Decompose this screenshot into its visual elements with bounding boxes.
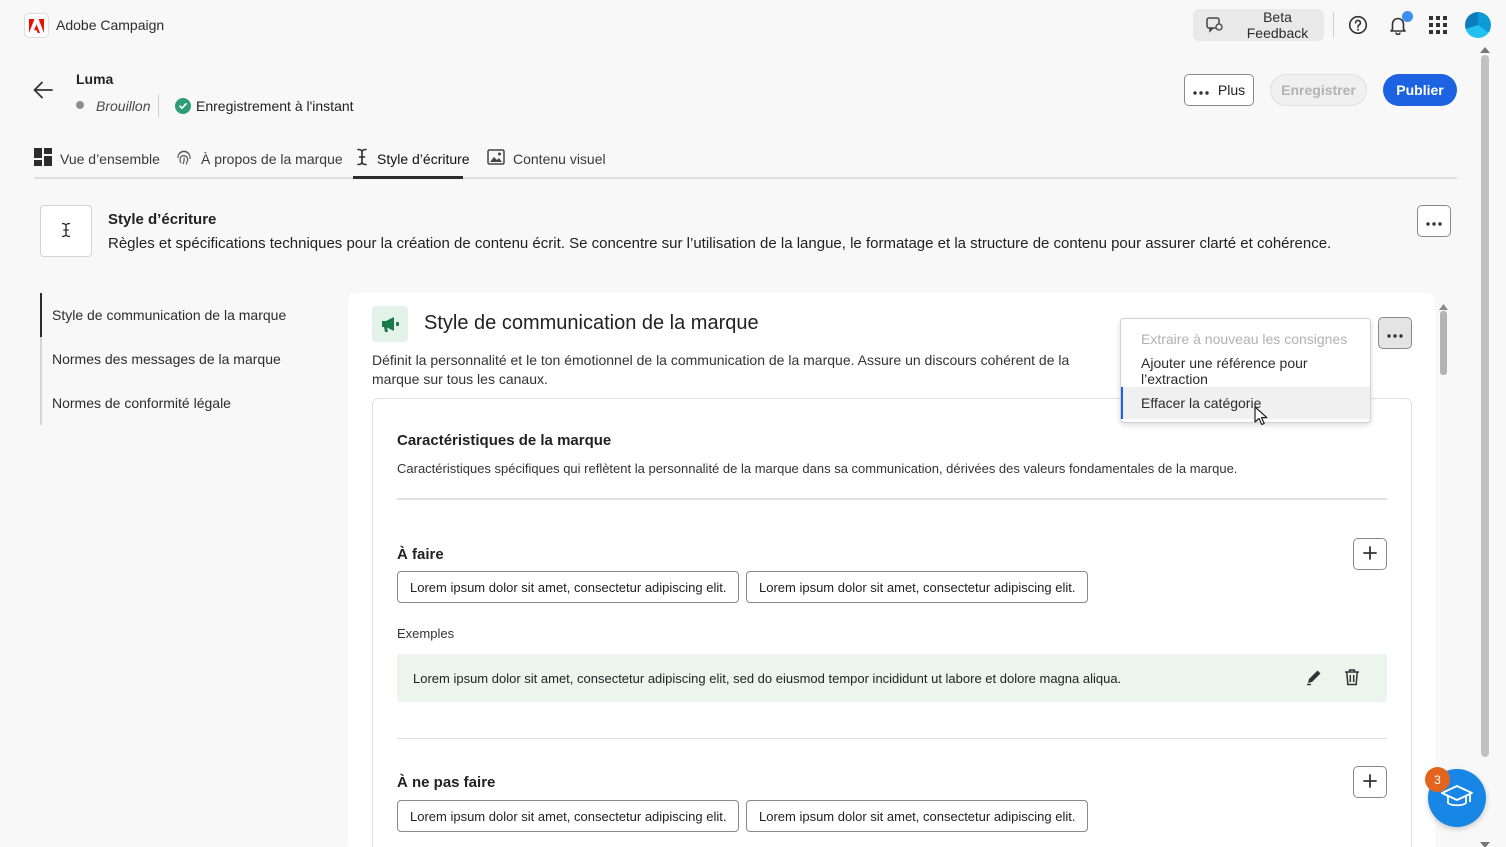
image-icon (487, 149, 505, 168)
fingerprint-icon (175, 148, 193, 169)
tab-visual-content[interactable]: Contenu visuel (487, 138, 606, 179)
dont-tag[interactable]: Lorem ipsum dolor sit amet, consectetur … (746, 800, 1089, 832)
more-dots-icon (1193, 82, 1209, 98)
more-button[interactable]: Plus (1184, 74, 1254, 106)
nav-active-indicator (40, 293, 42, 337)
section-more-button[interactable] (1417, 205, 1451, 237)
do-title: À faire (397, 546, 444, 563)
tab-writing-style[interactable]: Style d’écriture (355, 138, 470, 179)
dashboard-icon (34, 148, 52, 169)
tab-label: À propos de la marque (201, 150, 343, 167)
more-dots-icon (1426, 214, 1442, 229)
more-label: Plus (1217, 82, 1246, 98)
checkmark-circle-icon (175, 98, 191, 114)
characteristics-description: Caractéristiques spécifiques qui reflète… (397, 461, 1238, 476)
page-scroll-down-arrow-icon[interactable] (1480, 835, 1490, 847)
dont-tag[interactable]: Lorem ipsum dolor sit amet, consectetur … (397, 800, 740, 832)
do-tag[interactable]: Lorem ipsum dolor sit amet, consectetur … (746, 571, 1089, 603)
learn-badge-count: 3 (1425, 767, 1450, 792)
megaphone-icon (372, 306, 408, 342)
dont-title: À ne pas faire (397, 774, 496, 791)
section-icon-box (40, 205, 92, 257)
adobe-logo-icon[interactable] (24, 13, 49, 38)
plus-icon (1363, 773, 1377, 791)
page-scroll-up-arrow-icon[interactable] (1480, 40, 1490, 56)
app-switcher-icon[interactable] (1426, 13, 1450, 37)
tab-about-brand[interactable]: À propos de la marque (175, 138, 343, 179)
category-title: Style de communication de la marque (424, 312, 759, 334)
publish-button[interactable]: Publier (1383, 74, 1457, 106)
delete-trash-icon[interactable] (1343, 668, 1361, 689)
nav-item-legal-compliance[interactable]: Normes de conformité légale (52, 395, 231, 411)
nav-item-message-standards[interactable]: Normes des messages de la marque (52, 351, 281, 367)
tab-label: Contenu visuel (513, 150, 606, 167)
active-tab-indicator (353, 176, 463, 179)
help-icon[interactable] (1346, 13, 1370, 37)
tab-bar: Vue d’ensemble À propos de la marque Sty… (34, 138, 1457, 179)
do-tag[interactable]: Lorem ipsum dolor sit amet, consectetur … (397, 571, 740, 603)
add-dont-button[interactable] (1353, 766, 1387, 798)
plus-icon (1363, 545, 1377, 563)
beta-feedback-button[interactable]: Beta Feedback (1193, 9, 1324, 41)
examples-label: Exemples (397, 626, 455, 641)
topbar-divider (1333, 12, 1334, 38)
section-title: Style d’écriture (108, 211, 217, 228)
status-label: Brouillon (96, 98, 151, 114)
app-name: Adobe Campaign (56, 17, 165, 33)
menu-item-add-reference[interactable]: Ajouter une référence pour l’extraction (1121, 355, 1370, 387)
add-do-button[interactable] (1353, 538, 1387, 570)
tab-label: Style d’écriture (377, 150, 470, 167)
text-cursor-icon (60, 222, 72, 241)
save-status-label: Enregistrement à l'instant (196, 98, 354, 114)
nav-item-communication-style[interactable]: Style de communication de la marque (52, 307, 286, 323)
more-dots-icon (1387, 326, 1403, 341)
characteristics-title: Caractéristiques de la marque (397, 432, 612, 449)
section-description: Règles et spécifications techniques pour… (108, 235, 1332, 252)
draft-status-dot (76, 101, 84, 109)
feedback-icon (1205, 15, 1223, 36)
page-scrollbar-thumb[interactable] (1481, 55, 1489, 757)
tab-label: Vue d’ensemble (60, 150, 160, 167)
text-cursor-icon (355, 148, 369, 169)
category-actions-menu: Extraire à nouveau les consignes Ajouter… (1120, 318, 1371, 423)
mouse-pointer-icon (1254, 406, 1268, 429)
edit-pencil-icon[interactable] (1305, 668, 1323, 689)
page-title: Luma (76, 71, 114, 87)
divider (397, 738, 1387, 739)
card-scrollbar-thumb[interactable] (1440, 311, 1447, 375)
category-more-button[interactable] (1378, 317, 1412, 349)
notification-dot (1402, 11, 1413, 22)
user-avatar[interactable] (1465, 12, 1491, 38)
example-text: Lorem ipsum dolor sit amet, consectetur … (413, 671, 1122, 686)
save-button[interactable]: Enregistrer (1270, 74, 1367, 106)
back-arrow-icon[interactable] (32, 80, 54, 100)
beta-feedback-label: Beta Feedback (1246, 9, 1309, 41)
menu-item-re-extract: Extraire à nouveau les consignes (1141, 331, 1348, 347)
divider (397, 498, 1387, 500)
menu-item-clear-category[interactable]: Effacer la catégorie (1121, 387, 1370, 419)
category-description: Définit la personnalité et le ton émotio… (372, 352, 1070, 387)
tab-overview[interactable]: Vue d’ensemble (34, 138, 160, 179)
status-divider (158, 95, 159, 117)
